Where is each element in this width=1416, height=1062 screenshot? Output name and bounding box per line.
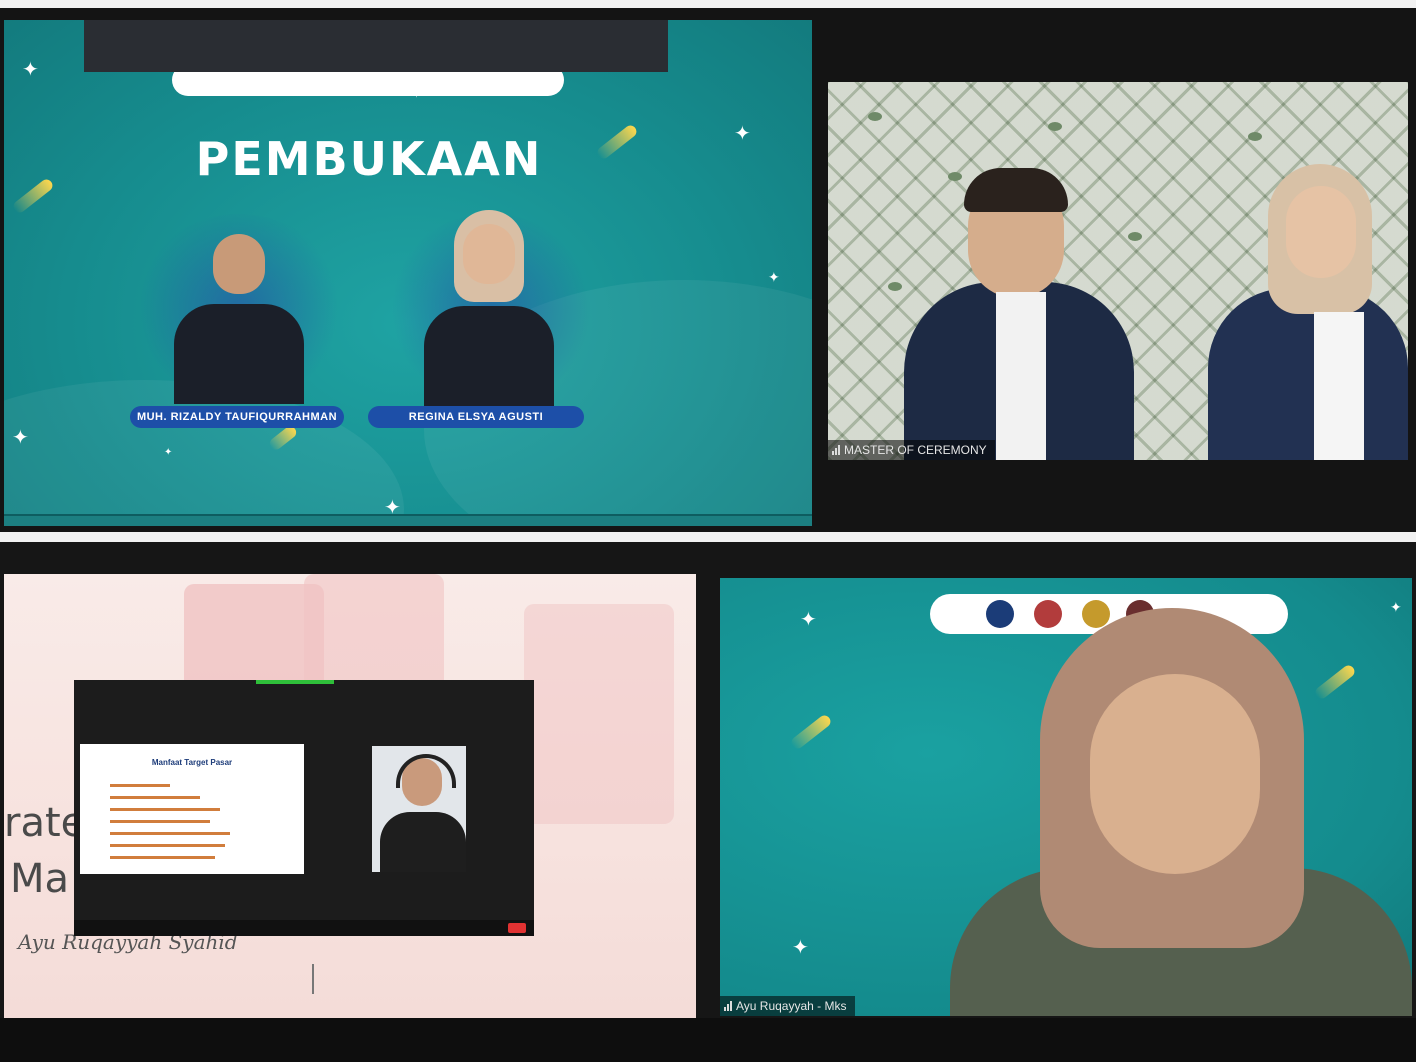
wall-leaf-decor bbox=[1048, 122, 1062, 131]
nested-headset-icon bbox=[396, 754, 456, 788]
slide-decor-block bbox=[524, 604, 674, 824]
logo-bi-icon bbox=[986, 600, 1014, 628]
wall-leaf-decor bbox=[948, 172, 962, 181]
speaker-face bbox=[1090, 674, 1260, 874]
star-icon: ✦ bbox=[1390, 599, 1402, 615]
star-icon: ✦ bbox=[12, 427, 29, 449]
nested-slide-bullet bbox=[110, 832, 230, 835]
presenter-name-2: REGINA ELSYA AGUSTI bbox=[368, 406, 584, 428]
nested-end-button bbox=[508, 923, 526, 933]
nested-zoom-window: Manfaat Target Pasar bbox=[74, 680, 534, 936]
comet-icon bbox=[789, 713, 833, 751]
participant-name-speaker: Ayu Ruqayyah - Mks bbox=[736, 999, 847, 1013]
star-icon: ✦ bbox=[792, 937, 809, 959]
nested-slide-bullet bbox=[110, 820, 210, 823]
participant-video-speaker[interactable]: ✦ ✦ ✦ Ayu Ruqayyah - Mks bbox=[720, 578, 1412, 1016]
wall-leaf-decor bbox=[1248, 132, 1262, 141]
nested-slide: Manfaat Target Pasar bbox=[80, 744, 304, 874]
nested-slide-bullet bbox=[110, 784, 170, 787]
slide-divider bbox=[312, 964, 314, 994]
presenter-photo-1 bbox=[134, 204, 344, 404]
mc-person-2-shirt bbox=[1314, 312, 1364, 460]
screen-share-toolbar[interactable] bbox=[84, 20, 668, 72]
nested-zoom-toolbar bbox=[74, 920, 534, 936]
mc-person-1-hair bbox=[964, 168, 1068, 212]
star-icon: ✦ bbox=[164, 447, 173, 458]
participant-video-mc[interactable]: MASTER OF CEREMONY bbox=[828, 82, 1408, 460]
participant-name-tag-mc: MASTER OF CEREMONY bbox=[828, 440, 995, 460]
shared-slide-pembukaan: ✦ ✦ ✦ ✦ ✦ ✦ ✦ PEMBUKAAN MUH. RIZALDY TAU… bbox=[4, 20, 812, 526]
nested-slide-title: Manfaat Target Pasar bbox=[151, 758, 233, 767]
wall-leaf-decor bbox=[868, 112, 882, 121]
presenter-name-1: MUH. RIZALDY TAUFIQURRAHMAN bbox=[130, 406, 344, 428]
nested-slide-bullet bbox=[110, 856, 215, 859]
nested-slide-bullet bbox=[110, 796, 200, 799]
signal-icon bbox=[832, 445, 840, 455]
logo-emblem-icon bbox=[1034, 600, 1062, 628]
signal-icon bbox=[724, 1001, 732, 1011]
mc-person-2-face bbox=[1286, 186, 1356, 278]
comet-icon bbox=[1313, 663, 1357, 701]
slide-footer-bar bbox=[4, 514, 812, 526]
logo-shield-icon bbox=[1082, 600, 1110, 628]
nested-zoom-active-bar bbox=[256, 680, 334, 684]
wall-leaf-decor bbox=[1128, 232, 1142, 241]
nested-slide-bullet bbox=[110, 808, 220, 811]
slide-title: PEMBUKAAN bbox=[195, 132, 543, 186]
nested-camera-feed bbox=[372, 746, 466, 872]
star-icon: ✦ bbox=[734, 123, 751, 145]
nested-slide-bullet bbox=[110, 844, 225, 847]
participant-name-mc: MASTER OF CEREMONY bbox=[844, 443, 987, 457]
nested-person-body bbox=[380, 812, 466, 872]
star-icon: ✦ bbox=[800, 609, 817, 631]
star-icon: ✦ bbox=[22, 59, 39, 81]
star-icon: ✦ bbox=[408, 81, 425, 103]
wall-leaf-decor bbox=[888, 282, 902, 291]
presenter-photo-2 bbox=[386, 204, 596, 406]
mc-person-1-shirt bbox=[996, 292, 1046, 460]
shared-slide-pink: rate Ma Ayu Ruqayyah Syahid Manfaat Targ… bbox=[4, 574, 696, 1018]
star-icon: ✦ bbox=[768, 269, 780, 285]
participant-name-tag-speaker: Ayu Ruqayyah - Mks bbox=[720, 996, 855, 1016]
bottom-frame-strip bbox=[0, 1018, 1416, 1062]
slide-heading-fragment-2: Ma bbox=[10, 856, 70, 902]
